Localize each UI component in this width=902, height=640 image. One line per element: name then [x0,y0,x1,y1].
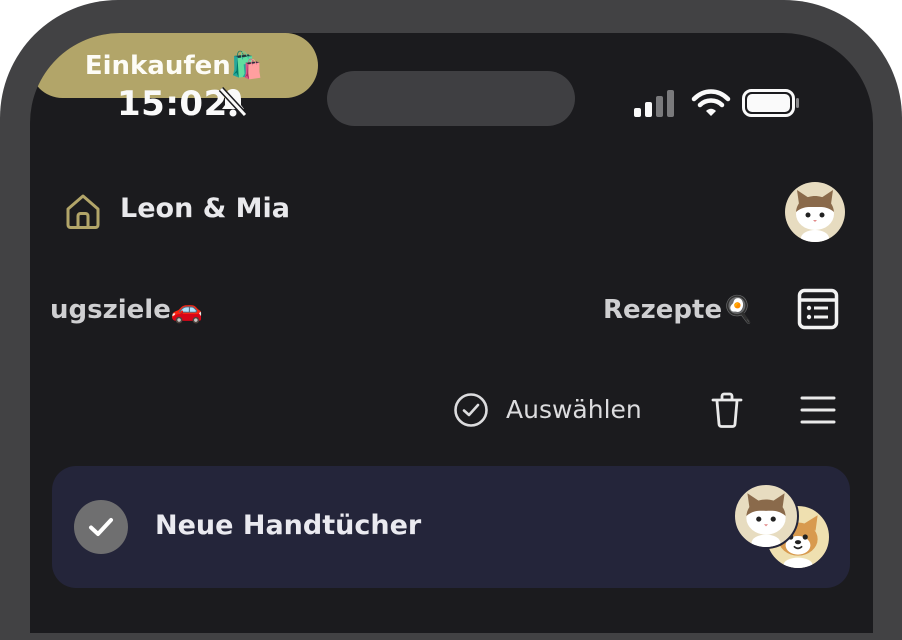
cat-avatar[interactable] [785,182,845,242]
home-icon[interactable] [63,191,103,231]
cat-avatar [733,483,799,549]
tab-rezepte[interactable]: Rezepte🍳 [603,295,754,325]
wifi-icon [691,89,731,116]
tab-vorhaben[interactable]: ugsziele🚗 [50,295,203,325]
checkmark-icon [89,518,113,536]
menu-icon[interactable] [800,394,836,426]
status-time: 15:02 [117,84,228,124]
dynamic-island [327,71,575,126]
check-circle-icon[interactable] [453,392,489,428]
done-checkbox[interactable] [74,500,128,554]
household-name[interactable]: Leon & Mia [120,193,290,224]
trash-icon[interactable] [711,392,743,428]
list-item[interactable]: Neue Handtücher [52,466,850,588]
app-screen: 15:02 Leon & Mia ugsziele🚗 Einkaufen🛍️ R… [30,33,873,633]
bell-muted-icon [218,86,248,118]
select-button[interactable]: Auswählen [506,395,642,424]
battery-icon [742,89,799,117]
cellular-signal-icon [634,90,674,117]
list-view-icon[interactable] [797,288,839,330]
item-title: Neue Handtücher [155,510,422,541]
